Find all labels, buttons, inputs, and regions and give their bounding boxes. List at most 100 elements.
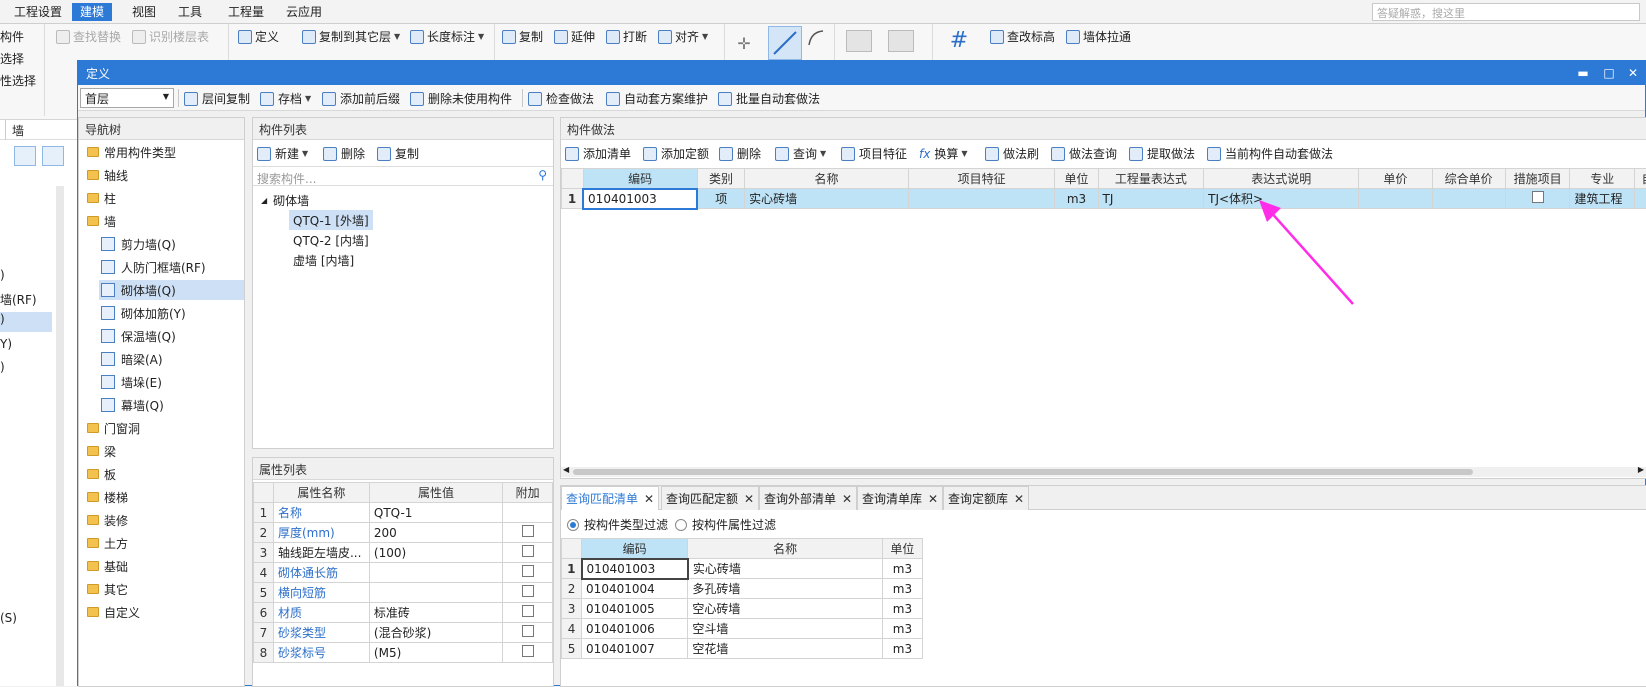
scroll-right-icon[interactable]: ▶ [1638, 465, 1644, 474]
query-code-cell[interactable]: 010401006 [582, 619, 688, 639]
wall-grid-icon[interactable] [846, 30, 872, 52]
bg-nav-item[interactable]: ) [0, 268, 5, 282]
smart-layout-icon[interactable]: # [944, 28, 974, 58]
property-attach-cell[interactable] [503, 583, 553, 603]
method-row[interactable]: 1 010401003 项 实心砖墙 m3 TJ TJ<体积> 建筑工程 [562, 189, 1646, 209]
wall-pattern-icon[interactable] [888, 30, 914, 52]
maximize-icon[interactable]: □ [1599, 63, 1619, 83]
copy-to-other-floor-button[interactable]: 复制到其它层▼ [302, 28, 400, 45]
delete-method-button[interactable]: 删除 [719, 145, 761, 162]
close-icon[interactable]: ✕ [1623, 63, 1643, 83]
bg-nav-item[interactable]: ) [0, 360, 5, 374]
ribbon-left-item-3[interactable]: 性选择 [0, 72, 36, 89]
nav-tree-item[interactable]: 轴线 [85, 165, 240, 185]
attach-checkbox[interactable] [522, 525, 534, 537]
help-search-input[interactable]: 答疑解惑，搜这里 [1372, 3, 1640, 21]
filter-by-type-radio[interactable]: 按构件类型过滤 [567, 516, 668, 533]
bg-nav-item-selected[interactable]: ) [0, 312, 52, 332]
property-value[interactable]: QTQ-1 [369, 503, 502, 523]
method-expr-cell[interactable]: TJ [1098, 189, 1204, 209]
query-code-cell[interactable]: 010401004 [582, 579, 688, 599]
nav-tree-item[interactable]: 保温墙(Q) [99, 326, 244, 346]
menu-modeling[interactable]: 建模 [72, 3, 112, 21]
archive-button[interactable]: 存档▼ [260, 90, 311, 107]
define-button[interactable]: 定义 [238, 28, 279, 45]
delete-component-button[interactable]: 删除 [323, 145, 365, 162]
nav-tree-item[interactable]: 楼梯 [85, 487, 240, 507]
property-row[interactable]: 7砂浆类型(混合砂浆) [254, 623, 553, 643]
batch-auto-method-button[interactable]: 批量自动套做法 [718, 90, 820, 107]
nav-tree-item[interactable]: 墙垛(E) [99, 372, 244, 392]
method-major-cell[interactable]: 建筑工程 [1570, 189, 1635, 209]
menu-cloud[interactable]: 云应用 [278, 3, 330, 21]
property-row[interactable]: 4砌体通长筋 [254, 563, 553, 583]
method-query-button[interactable]: 做法查询 [1051, 145, 1117, 162]
property-row[interactable]: 3轴线距左墙皮...(100) [254, 543, 553, 563]
tab-match-quota[interactable]: 查询匹配定额✕ [661, 486, 759, 510]
property-value[interactable]: (M5) [369, 643, 502, 663]
length-dimension-button[interactable]: 长度标注▼ [410, 28, 484, 45]
add-quota-button[interactable]: 添加定额 [643, 145, 709, 162]
measure-checkbox[interactable] [1532, 191, 1544, 203]
delete-unused-button[interactable]: 删除未使用构件 [410, 90, 512, 107]
nav-tree-item[interactable]: 门窗洞 [85, 418, 240, 438]
minimize-icon[interactable]: ▬ [1573, 63, 1593, 83]
property-value[interactable]: (100) [369, 543, 502, 563]
background-search-input[interactable]: 墙 [12, 122, 24, 139]
tab-match-bill[interactable]: 查询匹配清单✕ [561, 486, 659, 510]
item-feature-button[interactable]: 项目特征 [841, 145, 907, 162]
method-feature-cell[interactable] [908, 189, 1055, 209]
identify-floor-table-button[interactable]: 识别楼层表 [132, 28, 209, 45]
ribbon-left-item-1[interactable]: 构件 [0, 28, 24, 45]
filter-by-attribute-radio[interactable]: 按构件属性过滤 [675, 516, 776, 533]
component-item-virtual-wall[interactable]: 虚墙 [内墙] [289, 250, 358, 270]
property-value[interactable]: (混合砂浆) [369, 623, 502, 643]
floor-select[interactable]: 首层 ▼ [80, 88, 174, 108]
property-value[interactable] [369, 583, 502, 603]
copy-component-button[interactable]: 复制 [377, 145, 419, 162]
component-item-qtq2[interactable]: QTQ-2 [内墙] [289, 230, 373, 250]
property-value[interactable]: 200 [369, 523, 502, 543]
method-price-cell[interactable] [1359, 189, 1432, 209]
close-icon[interactable]: ✕ [744, 492, 754, 506]
close-icon[interactable]: ✕ [928, 492, 938, 506]
check-method-button[interactable]: 检查做法 [528, 90, 594, 107]
attach-checkbox[interactable] [522, 605, 534, 617]
query-button[interactable]: 查询▼ [775, 145, 826, 162]
arc-draw-icon[interactable] [806, 28, 826, 48]
break-button[interactable]: 打断 [606, 28, 647, 45]
methods-h-scrollbar[interactable]: ◀ ▶ [561, 467, 1646, 477]
query-unit-cell[interactable]: m3 [882, 639, 922, 659]
method-brush-button[interactable]: 做法刷 [985, 145, 1039, 162]
property-attach-cell[interactable] [503, 523, 553, 543]
copy-button[interactable]: 复制 [502, 28, 543, 45]
tab-external-bill[interactable]: 查询外部清单✕ [759, 486, 857, 510]
nav-tree-item[interactable]: 其它 [85, 579, 240, 599]
query-unit-cell[interactable]: m3 [882, 559, 922, 579]
edit-elevation-button[interactable]: 查改标高 [990, 28, 1055, 45]
close-icon[interactable]: ✕ [1014, 492, 1024, 506]
query-result-row[interactable]: 5010401007空花墙m3 [562, 639, 923, 659]
auto-scheme-maintenance-button[interactable]: 自动套方案维护 [606, 90, 708, 107]
nav-tree-item[interactable]: 板 [85, 464, 240, 484]
method-measure-cell[interactable] [1505, 189, 1570, 209]
query-unit-cell[interactable]: m3 [882, 599, 922, 619]
nav-tree-item[interactable]: 人防门框墙(RF) [99, 257, 244, 277]
copy-between-floors-button[interactable]: 层间复制 [184, 90, 250, 107]
nav-tree-item[interactable]: 暗梁(A) [99, 349, 244, 369]
property-row[interactable]: 1名称QTQ-1 [254, 503, 553, 523]
query-code-cell[interactable]: 010401005 [582, 599, 688, 619]
query-name-cell[interactable]: 空心砖墙 [688, 599, 883, 619]
method-type-cell[interactable]: 项 [697, 189, 744, 209]
convert-button[interactable]: fx换算▼ [919, 145, 968, 162]
tab-bill-library[interactable]: 查询清单库✕ [857, 486, 943, 510]
nav-tree-item[interactable]: 墙 [85, 211, 240, 231]
property-value[interactable]: 标准砖 [369, 603, 502, 623]
dialog-titlebar[interactable]: 定义 ▬ □ ✕ [78, 61, 1645, 85]
nav-tree-item[interactable]: 梁 [85, 441, 240, 461]
nav-tree-item[interactable]: 自定义 [85, 602, 240, 622]
point-draw-icon[interactable]: ✛ [734, 34, 754, 54]
query-result-row[interactable]: 4010401006空斗墙m3 [562, 619, 923, 639]
tab-quota-library[interactable]: 查询定额库✕ [943, 486, 1029, 510]
query-name-cell[interactable]: 实心砖墙 [688, 559, 883, 579]
